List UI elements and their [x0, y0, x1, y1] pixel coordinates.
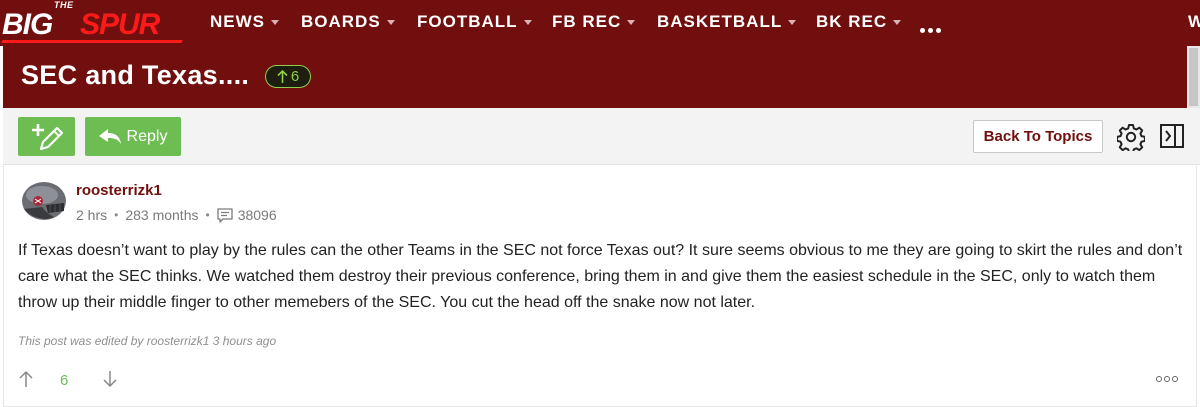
- logo-underline: [1, 40, 183, 43]
- topic-toolbar: Reply Back To Topics: [3, 108, 1200, 165]
- sidebar-toggle-icon[interactable]: [1159, 123, 1185, 149]
- nav-item-label: FOOTBALL: [417, 12, 518, 31]
- page-title: SEC and Texas....: [21, 60, 250, 90]
- nav-item-football[interactable]: FOOTBALL: [417, 12, 532, 32]
- nav-item-label: BOARDS: [301, 12, 381, 31]
- bigspur-logo[interactable]: THE BIG SPUR: [0, 0, 190, 46]
- post-author[interactable]: roosterrizk1: [76, 182, 162, 199]
- chevron-down-icon: [523, 20, 532, 26]
- post-meta: 2 hrs • 283 months • 38096: [76, 207, 277, 223]
- avatar[interactable]: [18, 179, 66, 223]
- post-vote-count: 6: [60, 372, 69, 389]
- logo-spur-text: SPUR: [80, 8, 160, 41]
- ellipsis-icon[interactable]: [920, 20, 944, 38]
- comment-icon: [217, 207, 233, 223]
- edited-note: This post was edited by roosterrizk1 3 h…: [18, 334, 277, 348]
- plus-pencil-icon: [31, 123, 63, 150]
- reply-button-label: Reply: [126, 127, 168, 145]
- chevron-down-icon: [788, 20, 797, 26]
- nav-item-news[interactable]: NEWS: [210, 12, 279, 32]
- post-time[interactable]: 2 hrs: [76, 207, 107, 223]
- scrollbar-thumb[interactable]: [1189, 48, 1198, 106]
- nav-item-basketball[interactable]: BASKETBALL: [657, 12, 797, 32]
- forum-post: roosterrizk1 2 hrs • 283 months • 38096 …: [3, 166, 1197, 407]
- post-count: 38096: [237, 207, 277, 223]
- topic-header: SEC and Texas.... 6: [3, 46, 1200, 108]
- logo-the-text: THE: [54, 0, 74, 10]
- separator-dot: •: [205, 208, 210, 222]
- chevron-down-icon: [386, 20, 395, 26]
- arrow-down-icon[interactable]: [102, 370, 118, 388]
- reply-arrow-icon: [98, 128, 121, 144]
- top-navigation-bar: THE BIG SPUR NEWS BOARDS FOOTBALL FB REC…: [0, 0, 1200, 46]
- separator-dot: •: [114, 208, 119, 222]
- nav-item-label: FB REC: [552, 12, 622, 31]
- reply-button[interactable]: Reply: [85, 117, 181, 156]
- topic-upvote-count: 6: [290, 68, 300, 85]
- post-membership: 283 months: [125, 207, 199, 223]
- nav-edge-glyph[interactable]: W: [1188, 12, 1200, 32]
- chevron-down-icon: [271, 20, 279, 26]
- arrow-up-icon: [277, 69, 288, 83]
- nav-item-bk-rec[interactable]: BK REC: [816, 12, 902, 32]
- chevron-down-icon: [893, 20, 902, 26]
- logo-big-text: BIG: [2, 8, 53, 41]
- nav-item-label: BASKETBALL: [657, 12, 783, 31]
- nav-item-boards[interactable]: BOARDS: [301, 12, 395, 32]
- gear-icon[interactable]: [1117, 123, 1145, 151]
- nav-item-label: BK REC: [816, 12, 888, 31]
- more-options-icon[interactable]: [1156, 376, 1178, 382]
- chevron-down-icon: [627, 20, 636, 26]
- nav-item-label: NEWS: [210, 12, 265, 31]
- new-topic-button[interactable]: [18, 117, 75, 156]
- nav-item-fb-rec[interactable]: FB REC: [552, 12, 636, 32]
- topic-upvote-badge[interactable]: 6: [265, 65, 311, 88]
- arrow-up-icon[interactable]: [18, 370, 34, 388]
- post-body: If Texas doesn’t want to play by the rul…: [18, 242, 1183, 311]
- back-to-topics-button[interactable]: Back To Topics: [973, 120, 1103, 153]
